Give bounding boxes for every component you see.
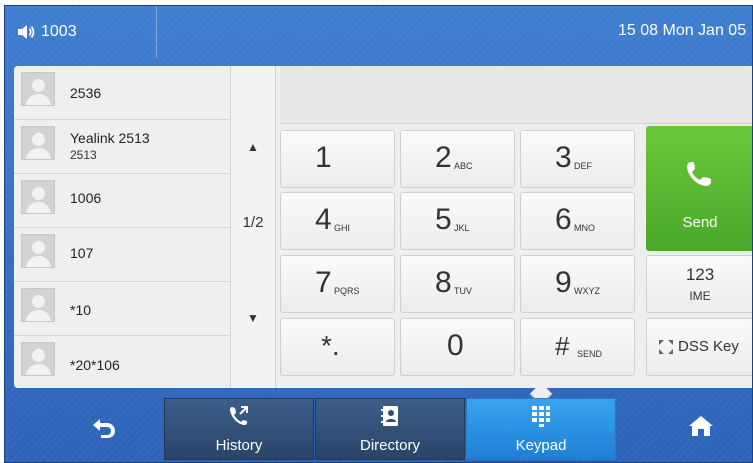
dss-label: DSS Key (678, 338, 739, 355)
bottom-nav: History Directory Keypad (5, 382, 752, 462)
key-letters: SEND (577, 349, 603, 359)
key-letters: DEF (574, 161, 592, 171)
list-item[interactable]: *20*106 (14, 336, 229, 388)
key-letters: MNO (574, 223, 595, 233)
key-letters: JKL (454, 223, 470, 233)
recent-calls-list: 2536 Yealink 2513 2513 1006 107 *10 *20*… (14, 66, 229, 388)
avatar (21, 72, 55, 106)
keypad-grid-icon (467, 405, 615, 427)
key-star[interactable]: *. (280, 318, 395, 376)
key-0[interactable]: 0 (400, 318, 515, 376)
page-down-button[interactable]: ▼ (231, 311, 275, 325)
dss-key-button[interactable]: DSS Key (646, 318, 752, 376)
avatar (21, 180, 55, 214)
key-digit: *. (321, 330, 340, 361)
home-button[interactable] (688, 414, 714, 462)
directory-book-icon (316, 405, 464, 427)
key-digit: 0 (447, 329, 464, 362)
key-letters: ABC (454, 161, 473, 171)
history-phone-icon (165, 405, 313, 427)
key-digit: 5 (435, 203, 452, 236)
key-letters: WXYZ (574, 286, 600, 296)
status-bar: 1003 15 08 Mon Jan 05 (5, 6, 752, 58)
home-icon (688, 416, 714, 442)
key-digit: 6 (555, 203, 572, 236)
key-digit: 4 (315, 203, 332, 236)
speaker-icon (17, 24, 35, 40)
key-letters: TUV (454, 286, 472, 296)
list-item[interactable]: 107 (14, 228, 229, 282)
contact-name: *20*106 (70, 357, 120, 373)
tab-label: Keypad (515, 437, 567, 454)
list-item[interactable]: 2536 (14, 66, 229, 120)
avatar (21, 288, 55, 322)
key-4[interactable]: 4 GHI (280, 192, 395, 250)
ime-button[interactable]: 123 IME (646, 255, 752, 313)
tab-label: History (215, 437, 263, 454)
phone-screen: 1003 15 08 Mon Jan 05 2536 Yealink 2513 … (4, 5, 753, 463)
list-item[interactable]: 1006 (14, 174, 229, 228)
key-5[interactable]: 5 JKL (400, 192, 515, 250)
key-3[interactable]: 3 DEF (520, 130, 635, 188)
key-9[interactable]: 9 WXYZ (520, 255, 635, 313)
contact-name: 2536 (70, 85, 102, 101)
ime-line1: 123 (685, 265, 715, 284)
contact-name: 107 (70, 245, 94, 261)
send-label: Send (682, 214, 718, 231)
list-item[interactable]: Yealink 2513 2513 (14, 120, 229, 174)
contact-name: Yealink 2513 (70, 130, 150, 146)
key-letters: PQRS (334, 286, 360, 296)
list-item[interactable]: *10 (14, 282, 229, 336)
clock: 15 08 Mon Jan 05 (618, 22, 747, 39)
tab-keypad[interactable]: Keypad (466, 398, 616, 460)
line-label: 1003 (41, 23, 77, 40)
expand-icon (658, 339, 674, 360)
key-hash[interactable]: # SEND (520, 318, 635, 376)
back-button[interactable] (91, 415, 117, 462)
key-digit: 1 (315, 141, 332, 174)
avatar (21, 126, 55, 160)
page-up-button[interactable]: ▲ (231, 140, 275, 154)
key-1[interactable]: 1 (280, 130, 395, 188)
key-digit: 9 (555, 266, 572, 299)
avatar (21, 234, 55, 268)
dial-panel: 2536 Yealink 2513 2513 1006 107 *10 *20*… (14, 66, 752, 388)
key-digit: 2 (435, 141, 452, 174)
contact-name: 1006 (70, 190, 102, 206)
back-arrow-icon (91, 419, 117, 443)
tab-label: Directory (359, 437, 420, 454)
key-letters: GHI (334, 223, 351, 233)
tab-directory[interactable]: Directory (315, 398, 465, 460)
tab-history[interactable]: History (164, 398, 314, 460)
contact-number: 2513 (70, 148, 97, 162)
page-indicator: 1/2 (242, 214, 264, 231)
key-digit: # (555, 331, 570, 361)
line-key[interactable]: 1003 (5, 6, 157, 58)
avatar (21, 342, 55, 376)
phone-handset-icon (684, 159, 714, 194)
key-7[interactable]: 7 PQRS (280, 255, 395, 313)
number-input[interactable] (280, 66, 752, 124)
key-digit: 3 (555, 141, 572, 174)
key-digit: 8 (435, 266, 452, 299)
key-digit: 7 (315, 266, 332, 299)
key-8[interactable]: 8 TUV (400, 255, 515, 313)
page-scroller: ▲ 1/2 ▼ (230, 66, 276, 388)
ime-line2: IME (689, 289, 711, 303)
send-button[interactable]: Send (646, 126, 752, 251)
key-2[interactable]: 2 ABC (400, 130, 515, 188)
key-6[interactable]: 6 MNO (520, 192, 635, 250)
contact-name: *10 (70, 302, 92, 318)
